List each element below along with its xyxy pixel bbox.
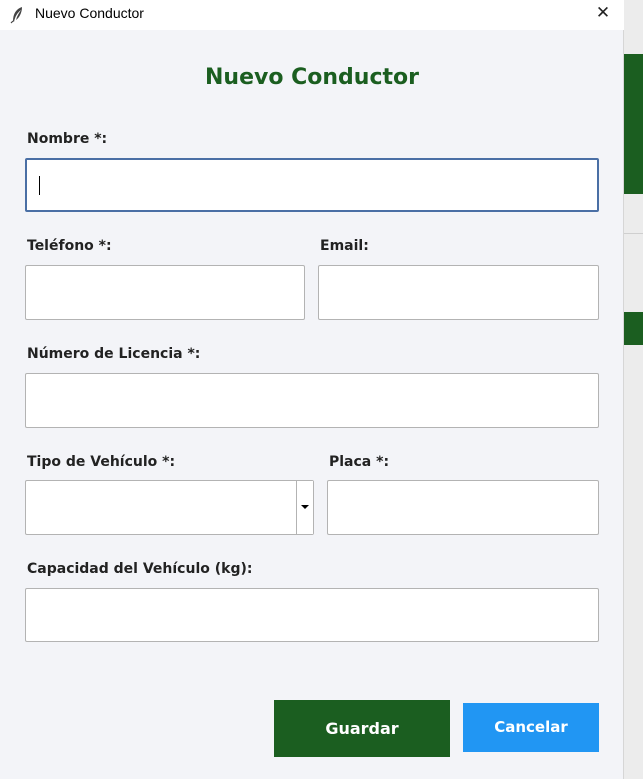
form-heading: Nuevo Conductor [205, 65, 419, 90]
cancel-button[interactable]: Cancelar [463, 703, 599, 752]
background-divider [624, 233, 643, 234]
window-title: Nuevo Conductor [35, 5, 144, 21]
placa-label: Placa *: [329, 454, 390, 470]
placa-input[interactable] [327, 480, 599, 535]
email-input[interactable] [318, 265, 599, 320]
telefono-input[interactable] [25, 265, 305, 320]
nombre-label: Nombre *: [27, 131, 108, 147]
title-bar[interactable]: Nuevo Conductor ✕ [0, 0, 624, 30]
telefono-label: Teléfono *: [27, 238, 112, 254]
email-label: Email: [320, 238, 369, 254]
background-green-bar [624, 312, 643, 345]
dropdown-button[interactable] [296, 481, 313, 534]
tipo-vehiculo-combobox[interactable] [25, 480, 314, 535]
text-caret [39, 176, 40, 195]
nombre-input[interactable] [25, 158, 599, 212]
save-button[interactable]: Guardar [274, 700, 450, 757]
capacidad-input[interactable] [25, 588, 599, 642]
licencia-label: Número de Licencia *: [27, 346, 201, 362]
close-button[interactable]: ✕ [588, 0, 618, 28]
background-green-panel [624, 54, 643, 194]
capacidad-label: Capacidad del Vehículo (kg): [27, 561, 253, 577]
chevron-down-icon [301, 505, 309, 509]
licencia-input[interactable] [25, 373, 599, 428]
dialog-window: Nuevo Conductor ✕ Nuevo Conductor Nombre… [0, 0, 624, 779]
tipo-vehiculo-label: Tipo de Vehículo *: [27, 454, 176, 470]
feather-icon [10, 6, 26, 24]
